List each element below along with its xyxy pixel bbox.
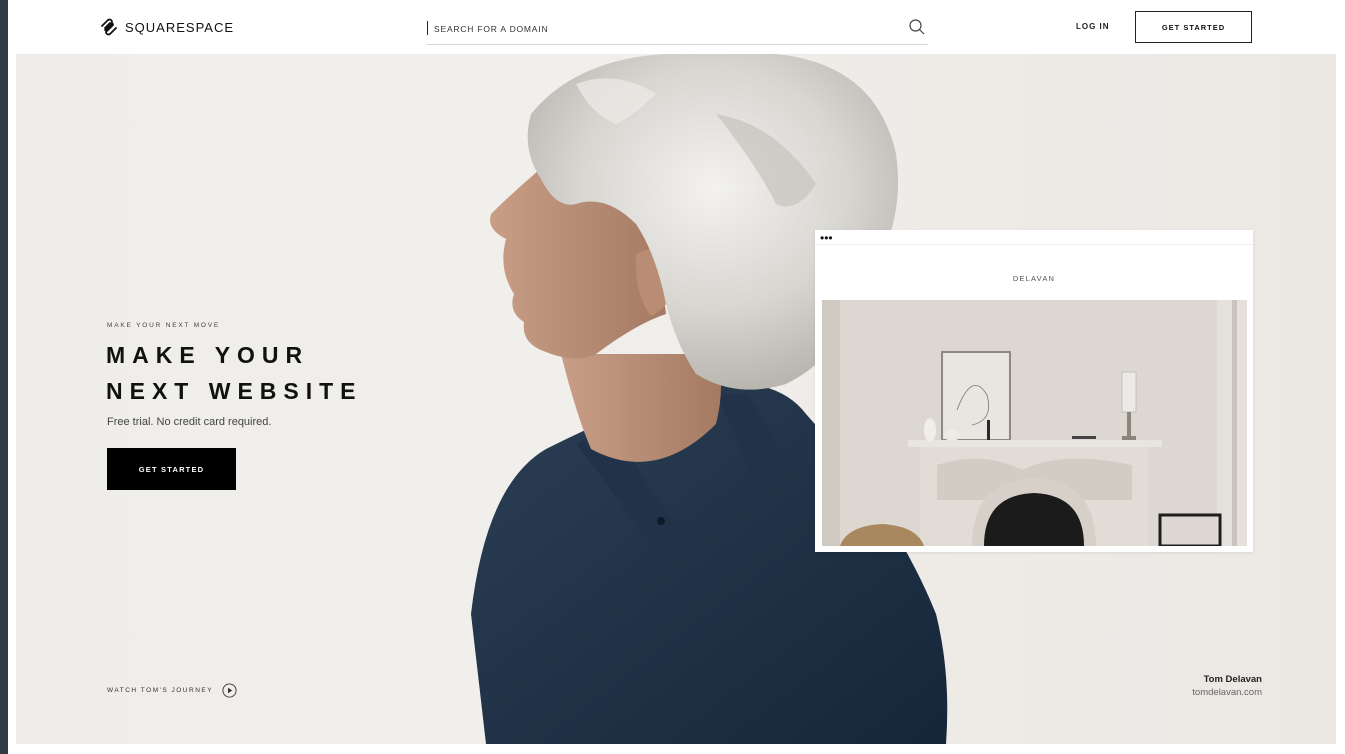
hero-headline-line-1: MAKE YOUR — [106, 342, 310, 368]
play-circle-icon — [222, 683, 237, 698]
fireplace-illustration — [822, 300, 1247, 546]
logo-text: SQUARESPACE — [125, 19, 235, 35]
logo[interactable]: SQUARESPACE — [99, 17, 234, 37]
get-started-hero-button[interactable]: GET STARTED — [107, 448, 236, 490]
hero-headline-line-2: NEXT WEBSITE — [106, 378, 363, 404]
customer-name: Tom Delavan — [1203, 674, 1262, 685]
window-dots-icon: ••• — [820, 231, 833, 245]
domain-search — [426, 15, 928, 45]
fireplace-photo — [822, 300, 1247, 546]
site-header: SQUARESPACE LOG IN GET STARTED — [8, 0, 1345, 54]
hero-eyebrow: MAKE YOUR NEXT MOVE — [107, 322, 221, 329]
customer-website-link[interactable]: tomdelavan.com — [1192, 687, 1262, 698]
hero-headline: MAKE YOUR NEXT WEBSITE — [106, 337, 363, 409]
example-site-preview: ••• DELAVAN — [815, 230, 1253, 552]
domain-search-input[interactable] — [432, 18, 896, 40]
preview-divider — [815, 244, 1253, 245]
squarespace-logo-icon — [101, 18, 117, 36]
watch-journey-label: WATCH TOM'S JOURNEY — [107, 687, 214, 694]
search-icon[interactable] — [908, 18, 926, 36]
customer-caption: Tom Delavan tomdelavan.com — [1192, 674, 1262, 698]
get-started-header-button[interactable]: GET STARTED — [1135, 11, 1252, 43]
preview-site-title: DELAVAN — [1012, 274, 1056, 283]
watch-journey-link[interactable]: WATCH TOM'S JOURNEY — [107, 683, 237, 698]
text-caret — [427, 21, 428, 35]
browser-viewport: SQUARESPACE LOG IN GET STARTED — [8, 0, 1345, 754]
hero-section: MAKE YOUR NEXT MOVE MAKE YOUR NEXT WEBSI… — [16, 54, 1336, 744]
login-link[interactable]: LOG IN — [1076, 22, 1110, 31]
hero-subtext: Free trial. No credit card required. — [107, 416, 272, 428]
